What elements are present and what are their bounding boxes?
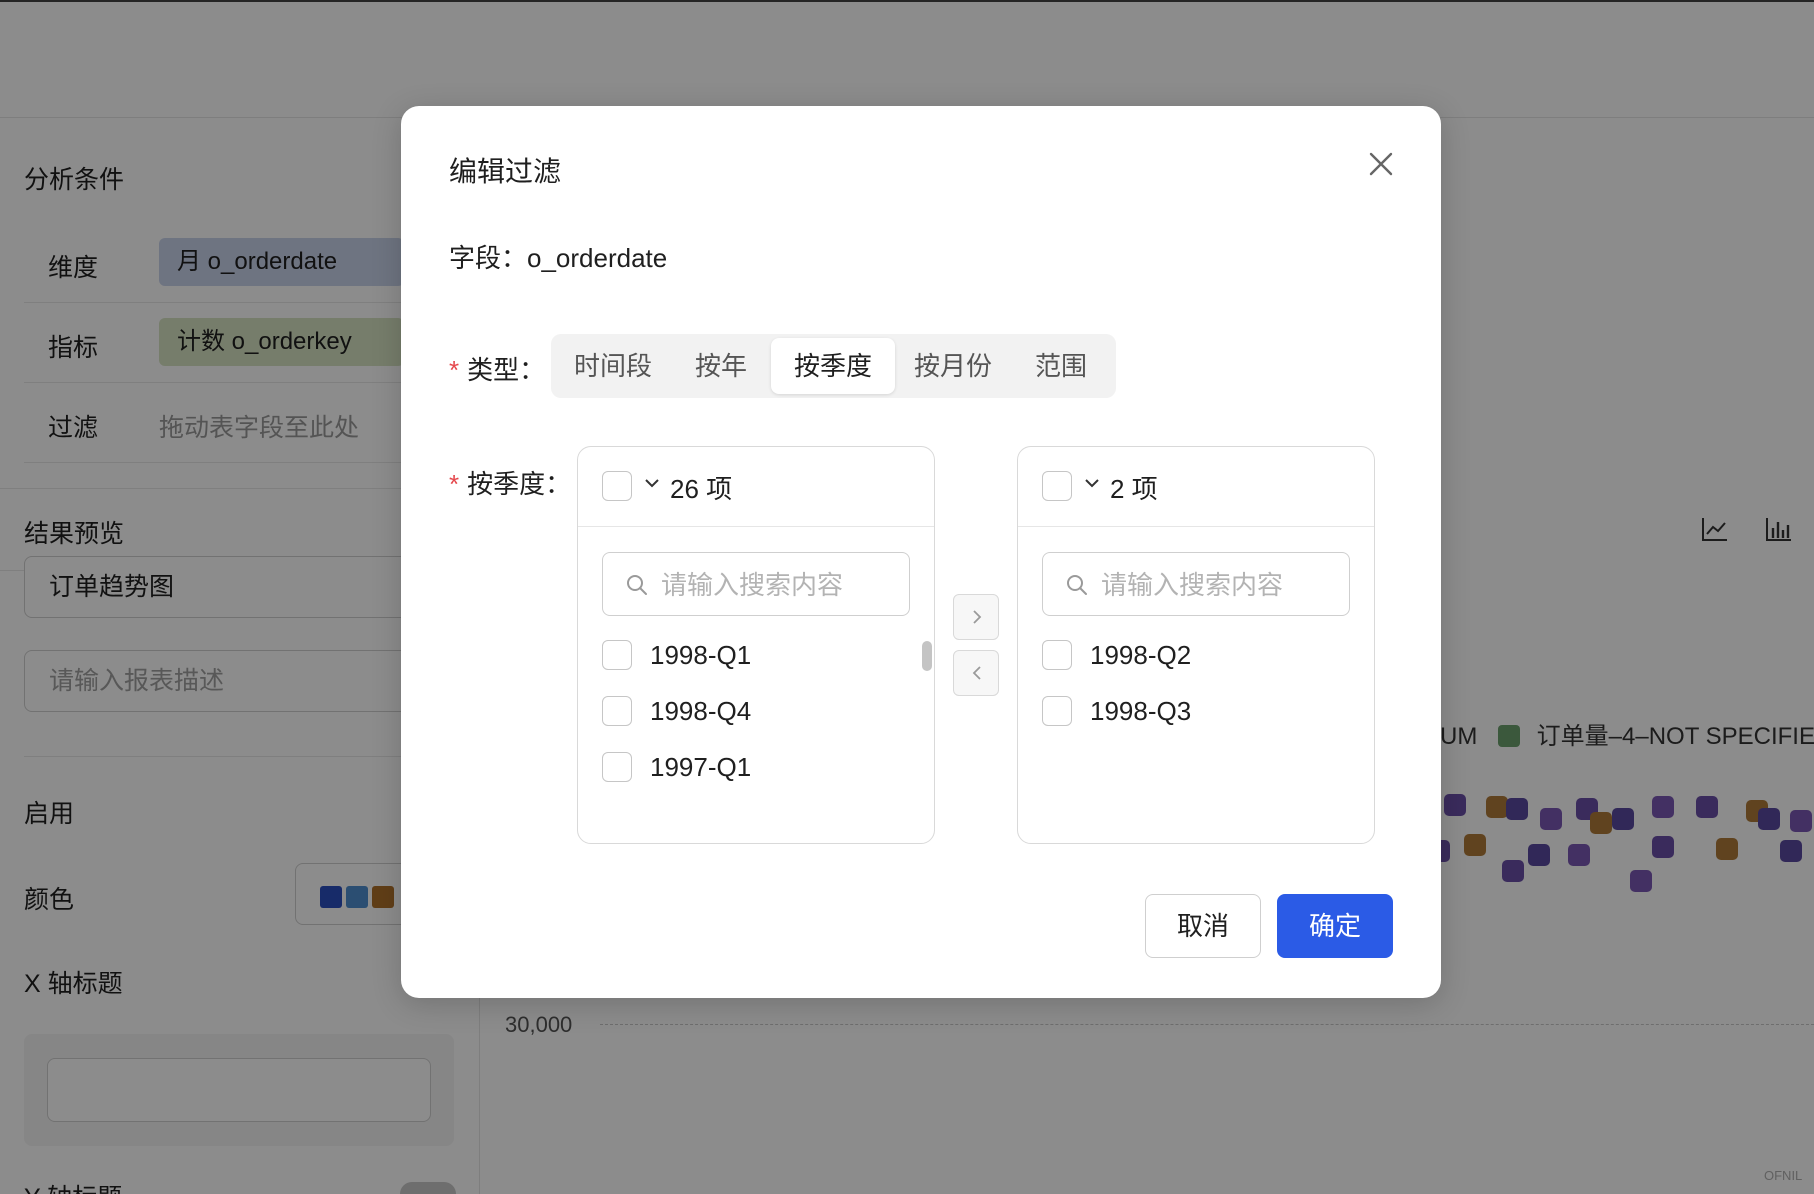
type-option-month[interactable]: 按月份 xyxy=(895,338,1011,394)
source-item-count: 26 项 xyxy=(670,474,733,504)
target-list-header: 2 项 xyxy=(1018,447,1374,527)
type-label: 类型： xyxy=(467,355,546,385)
dialog-title: 编辑过滤 xyxy=(449,156,562,187)
transfer-source-list: 26 项 1998-Q1 1998-Q4 1997-Q1 xyxy=(577,446,935,844)
search-icon xyxy=(1067,575,1087,595)
type-option-range[interactable]: 范围 xyxy=(1011,338,1111,394)
scrollbar-thumb[interactable] xyxy=(922,641,932,671)
item-label: 1998-Q1 xyxy=(650,640,752,670)
item-checkbox[interactable] xyxy=(602,640,632,670)
item-label: 1997-Q1 xyxy=(650,752,752,782)
field-value: o_orderdate xyxy=(527,243,668,273)
cancel-button[interactable]: 取消 xyxy=(1145,894,1261,958)
item-checkbox[interactable] xyxy=(602,696,632,726)
type-form-label: * 类型： xyxy=(449,350,545,387)
move-left-button[interactable] xyxy=(953,650,999,696)
required-asterisk: * xyxy=(449,355,460,385)
close-icon[interactable] xyxy=(1361,144,1401,184)
type-option-quarter[interactable]: 按季度 xyxy=(771,338,895,394)
move-right-button[interactable] xyxy=(953,594,999,640)
source-search-input[interactable] xyxy=(661,563,901,607)
required-asterisk: * xyxy=(449,469,460,499)
field-info: 字段：o_orderdate xyxy=(449,238,667,275)
list-item[interactable]: 1998-Q1 xyxy=(578,627,908,683)
target-search-box xyxy=(1042,552,1350,616)
target-search-input[interactable] xyxy=(1101,563,1341,607)
target-item-count: 2 项 xyxy=(1110,474,1158,504)
source-select-all-checkbox[interactable] xyxy=(602,471,632,501)
item-label: 1998-Q2 xyxy=(1090,640,1192,670)
item-checkbox[interactable] xyxy=(1042,696,1072,726)
source-search-box xyxy=(602,552,910,616)
quarter-label: 按季度： xyxy=(467,469,572,499)
chevron-right-icon xyxy=(973,610,982,624)
field-label: 字段： xyxy=(449,243,528,273)
list-item[interactable]: 1998-Q3 xyxy=(1018,683,1348,739)
list-item[interactable]: 1997-Q1 xyxy=(578,739,908,795)
confirm-button[interactable]: 确定 xyxy=(1277,894,1393,958)
search-icon xyxy=(627,575,647,595)
type-option-period[interactable]: 时间段 xyxy=(555,338,671,394)
type-segmented-control: 时间段 按年 按季度 按月份 范围 xyxy=(551,334,1116,398)
transfer-target-list: 2 项 1998-Q2 1998-Q3 xyxy=(1017,446,1375,844)
chevron-left-icon xyxy=(972,666,981,680)
source-list-header: 26 项 xyxy=(578,447,934,527)
list-item[interactable]: 1998-Q2 xyxy=(1018,627,1348,683)
quarter-form-label: * 按季度： xyxy=(449,464,571,501)
type-option-year[interactable]: 按年 xyxy=(671,338,771,394)
item-checkbox[interactable] xyxy=(602,752,632,782)
chevron-down-icon[interactable] xyxy=(644,475,660,491)
item-label: 1998-Q3 xyxy=(1090,696,1192,726)
item-label: 1998-Q4 xyxy=(650,696,752,726)
chevron-down-icon[interactable] xyxy=(1084,475,1100,491)
list-item[interactable]: 1998-Q4 xyxy=(578,683,908,739)
target-select-all-checkbox[interactable] xyxy=(1042,471,1072,501)
edit-filter-dialog: 编辑过滤 字段：o_orderdate * 类型： 时间段 按年 按季度 按月份 … xyxy=(401,106,1441,998)
item-checkbox[interactable] xyxy=(1042,640,1072,670)
